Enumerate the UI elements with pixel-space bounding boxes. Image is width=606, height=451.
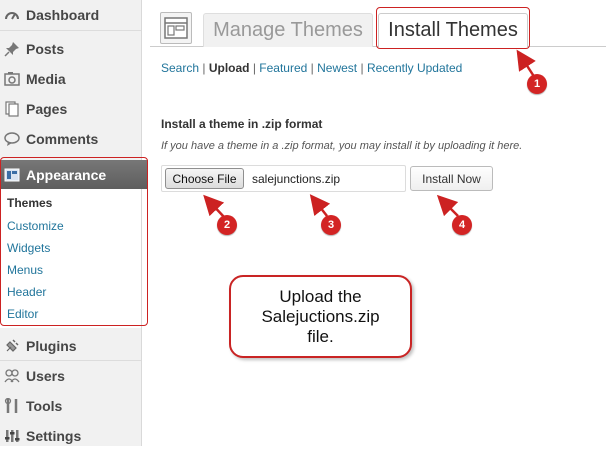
arrow-to-choose-file (203, 194, 225, 218)
annotation-arrows (203, 49, 537, 218)
arrow-to-install-now (436, 194, 459, 217)
step-badge-3: 3 (321, 215, 341, 235)
step-badge-4: 4 (452, 215, 472, 235)
step-badge-1: 1 (527, 74, 547, 94)
step-badge-2: 2 (217, 215, 237, 235)
callout-text: Upload the Salejuctions.zip file. (261, 286, 380, 346)
instruction-callout: Upload the Salejuctions.zip file. (229, 275, 412, 358)
arrow-to-file-name (309, 194, 331, 217)
